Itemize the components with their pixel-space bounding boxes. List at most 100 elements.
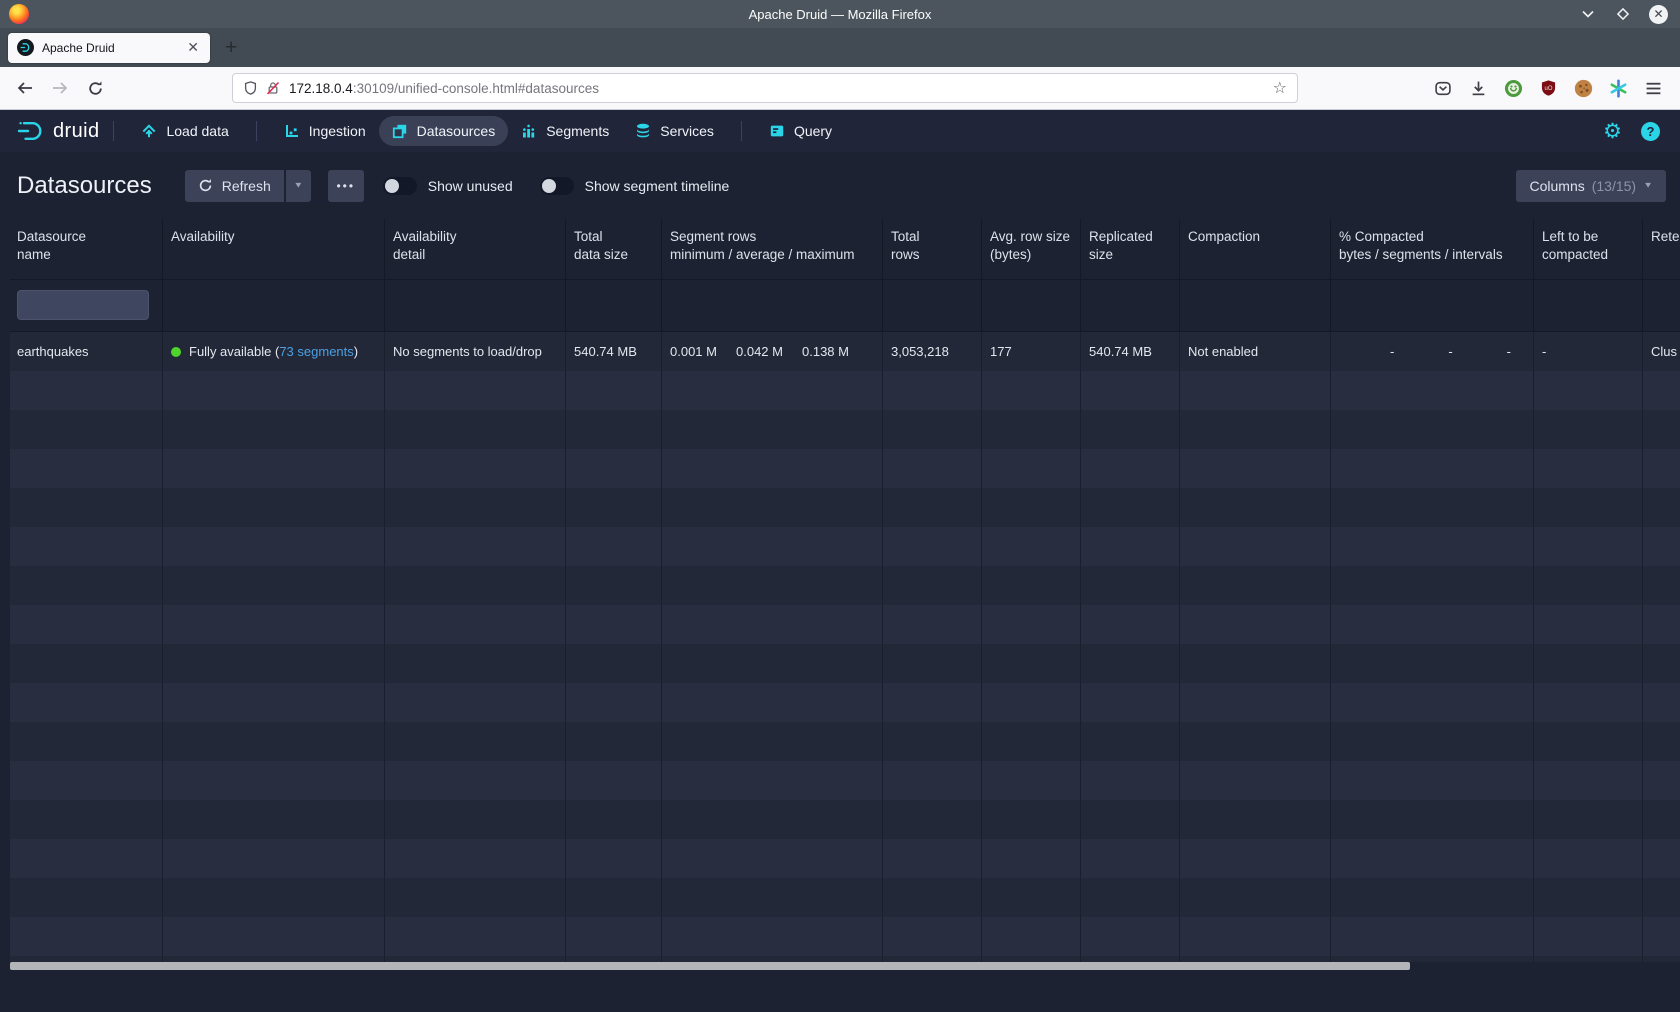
cell-retention — [1643, 761, 1680, 800]
cell-pct_compacted — [1331, 371, 1534, 410]
segment-rows-value: 0.138 M — [802, 344, 856, 359]
cell-total_rows — [883, 722, 982, 761]
cell-segment_rows — [662, 800, 883, 839]
column-header-total_rows[interactable]: Totalrows — [883, 219, 982, 279]
cell-retention — [1643, 605, 1680, 644]
column-header-availability[interactable]: Availability — [163, 219, 385, 279]
cell-compaction — [1180, 527, 1331, 566]
cell-segment_rows — [662, 878, 883, 917]
pocket-icon[interactable] — [1432, 77, 1454, 99]
nav-tab-datasources[interactable]: Datasources — [379, 116, 509, 146]
table-row-empty — [10, 917, 1680, 956]
filter-cell-compaction — [1180, 280, 1331, 331]
cell-pct_compacted — [1331, 683, 1534, 722]
reload-icon[interactable] — [82, 80, 108, 97]
cookie-icon[interactable] — [1572, 77, 1594, 99]
cell-total_rows — [883, 917, 982, 956]
extension-green-icon[interactable] — [1502, 77, 1524, 99]
cell-left_to_compact — [1534, 410, 1643, 449]
druid-logo[interactable]: druid — [16, 119, 99, 143]
nav-tab-segments[interactable]: Segments — [508, 116, 622, 146]
cell-avg_row_size — [982, 527, 1081, 566]
cell-replicated_size — [1081, 917, 1180, 956]
horizontal-scrollbar[interactable] — [10, 962, 1410, 970]
cell-availability_detail — [385, 917, 566, 956]
help-icon[interactable] — [1641, 122, 1660, 141]
services-icon — [635, 123, 651, 139]
cell-datasource — [10, 371, 163, 410]
multicolor-asterisk-icon[interactable] — [1607, 77, 1629, 99]
show-segment-timeline-toggle[interactable] — [540, 177, 574, 195]
column-header-avg_row_size[interactable]: Avg. row size(bytes) — [982, 219, 1081, 279]
forward-icon[interactable] — [47, 80, 73, 96]
new-tab-button[interactable]: + — [225, 37, 237, 58]
cell-retention — [1643, 839, 1680, 878]
column-header-line2: size — [1089, 246, 1174, 264]
column-header-retention[interactable]: Rete — [1643, 219, 1680, 279]
cell-pct_compacted — [1331, 722, 1534, 761]
refresh-dropdown-button[interactable] — [286, 170, 311, 202]
columns-picker-button[interactable]: Columns (13/15) — [1516, 170, 1666, 202]
browser-tab[interactable]: Apache Druid ✕ — [8, 33, 210, 63]
nav-tab-label: Services — [660, 123, 714, 139]
column-header-line1: Rete — [1651, 228, 1680, 246]
menu-icon[interactable] — [1642, 77, 1664, 99]
window-minimize-icon[interactable] — [1579, 5, 1597, 23]
filter-cell-retention — [1643, 280, 1680, 331]
nav-tab-query[interactable]: Query — [756, 116, 845, 146]
cell-pct_compacted — [1331, 761, 1534, 800]
insecure-lock-icon[interactable] — [265, 80, 281, 96]
cell-availability_detail — [385, 449, 566, 488]
cell-pct_compacted — [1331, 488, 1534, 527]
column-header-availability_detail[interactable]: Availabilitydetail — [385, 219, 566, 279]
downloads-icon[interactable] — [1467, 77, 1489, 99]
column-header-datasource[interactable]: Datasourcename — [10, 219, 163, 279]
table-row-empty — [10, 605, 1680, 644]
column-header-replicated_size[interactable]: Replicatedsize — [1081, 219, 1180, 279]
shield-permissions-icon[interactable] — [243, 80, 258, 96]
column-header-pct_compacted[interactable]: % Compactedbytes / segments / intervals — [1331, 219, 1534, 279]
cell-datasource[interactable]: earthquakes — [10, 332, 163, 371]
cell-retention — [1643, 566, 1680, 605]
segments-link[interactable]: 73 segments — [279, 344, 353, 359]
nav-tab-services[interactable]: Services — [622, 116, 727, 146]
refresh-button[interactable]: Refresh — [185, 170, 284, 202]
more-actions-button[interactable] — [328, 170, 364, 202]
url-bar[interactable]: 172.18.0.4:30109/unified-console.html#da… — [232, 73, 1298, 103]
tab-close-icon[interactable]: ✕ — [185, 39, 201, 56]
column-header-left_to_compact[interactable]: Left to becompacted — [1534, 219, 1643, 279]
column-header-line2: compacted — [1542, 246, 1637, 264]
cell-compaction — [1180, 605, 1331, 644]
cell-compaction — [1180, 917, 1331, 956]
table-row-earthquakes[interactable]: earthquakesFully available (73 segments)… — [10, 332, 1680, 371]
cell-segment_rows — [662, 527, 883, 566]
cell-datasource — [10, 605, 163, 644]
filter-cell-availability_detail — [385, 280, 566, 331]
nav-tab-ingestion[interactable]: Ingestion — [271, 116, 379, 146]
cell-total_data_size — [566, 800, 662, 839]
cell-compaction — [1180, 644, 1331, 683]
column-header-line2: name — [17, 246, 157, 264]
show-unused-toggle[interactable] — [383, 177, 417, 195]
cell-pct_compacted: --- — [1331, 332, 1534, 371]
table-row-empty — [10, 644, 1680, 683]
bookmark-star-icon[interactable]: ☆ — [1273, 78, 1287, 98]
ublock-shield-icon[interactable]: uO — [1537, 77, 1559, 99]
column-header-total_data_size[interactable]: Totaldata size — [566, 219, 662, 279]
column-header-compaction[interactable]: Compaction — [1180, 219, 1331, 279]
datasource-filter-input[interactable] — [17, 290, 149, 320]
cell-datasource — [10, 878, 163, 917]
table-row-empty — [10, 839, 1680, 878]
table-row-empty — [10, 878, 1680, 917]
url-host: 172.18.0.4 — [289, 81, 353, 96]
refresh-icon — [198, 178, 213, 193]
nav-tab-load-data[interactable]: Load data — [128, 116, 241, 146]
back-icon[interactable] — [12, 80, 38, 96]
window-maximize-icon[interactable] — [1614, 5, 1632, 23]
column-header-segment_rows[interactable]: Segment rowsminimum / average / maximum — [662, 219, 883, 279]
nav-tab-label: Segments — [546, 123, 609, 139]
settings-gear-icon[interactable]: ⚙ — [1603, 121, 1622, 142]
cell-compaction — [1180, 800, 1331, 839]
window-close-icon[interactable]: ✕ — [1649, 5, 1668, 24]
cell-total_data_size — [566, 722, 662, 761]
